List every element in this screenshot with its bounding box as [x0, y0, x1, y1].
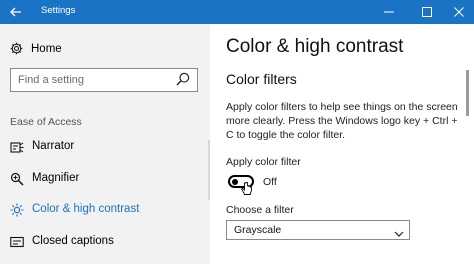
- description-text: Apply color filters to help see things o…: [226, 101, 458, 141]
- toggle-state-text: Off: [263, 176, 277, 188]
- captions-icon: [10, 236, 24, 248]
- choose-filter-label: Choose a filter: [226, 204, 294, 216]
- sidebar-item-closed-captions[interactable]: Closed captions: [0, 229, 210, 255]
- minimize-button[interactable]: [372, 0, 406, 24]
- brightness-icon: [10, 203, 24, 217]
- cursor: [241, 181, 253, 201]
- sidebar-item-home[interactable]: Home: [10, 42, 62, 55]
- section-label: Ease of Access: [10, 116, 82, 128]
- maximize-icon: [422, 7, 432, 17]
- app-title: Settings: [41, 5, 76, 16]
- maximize-button[interactable]: [410, 0, 444, 24]
- magnifier-icon: [10, 172, 24, 186]
- close-icon: [454, 7, 464, 17]
- sidebar-item-magnifier[interactable]: Magnifier: [0, 166, 210, 192]
- sidebar: Home Ease of Access Narrator: [0, 24, 210, 264]
- back-button[interactable]: [0, 0, 32, 24]
- close-button[interactable]: [442, 0, 474, 24]
- title-bar: Settings: [0, 0, 474, 24]
- page-title: Color & high contrast: [226, 36, 404, 57]
- main-content: Color & high contrast Color filters Appl…: [210, 24, 474, 264]
- filter-dropdown[interactable]: Grayscale: [226, 220, 410, 240]
- scrollbar[interactable]: [466, 70, 469, 116]
- section-title: Color filters: [226, 71, 297, 87]
- minimize-icon: [384, 11, 394, 13]
- toggle-label: Apply color filter: [226, 156, 301, 168]
- chevron-down-icon: [394, 231, 404, 237]
- narrator-icon: [10, 142, 24, 153]
- search-icon: [176, 72, 190, 86]
- sidebar-item-color-high-contrast[interactable]: Color & high contrast: [0, 197, 210, 223]
- gear-icon: [10, 42, 23, 55]
- sidebar-item-label: Narrator: [32, 140, 75, 152]
- sidebar-item-label: Color & high contrast: [32, 203, 140, 215]
- search-box[interactable]: [10, 68, 198, 92]
- search-input[interactable]: [11, 69, 173, 90]
- dropdown-value: Grayscale: [234, 224, 282, 236]
- sidebar-item-label: Magnifier: [32, 172, 80, 184]
- home-label: Home: [31, 42, 62, 55]
- search-button[interactable]: [176, 72, 190, 91]
- back-arrow-icon: [10, 7, 21, 17]
- hand-cursor-icon: [241, 181, 252, 195]
- sidebar-item-narrator[interactable]: Narrator: [0, 134, 210, 160]
- sidebar-item-label: Closed captions: [32, 235, 114, 247]
- toggle-knob: [232, 178, 238, 185]
